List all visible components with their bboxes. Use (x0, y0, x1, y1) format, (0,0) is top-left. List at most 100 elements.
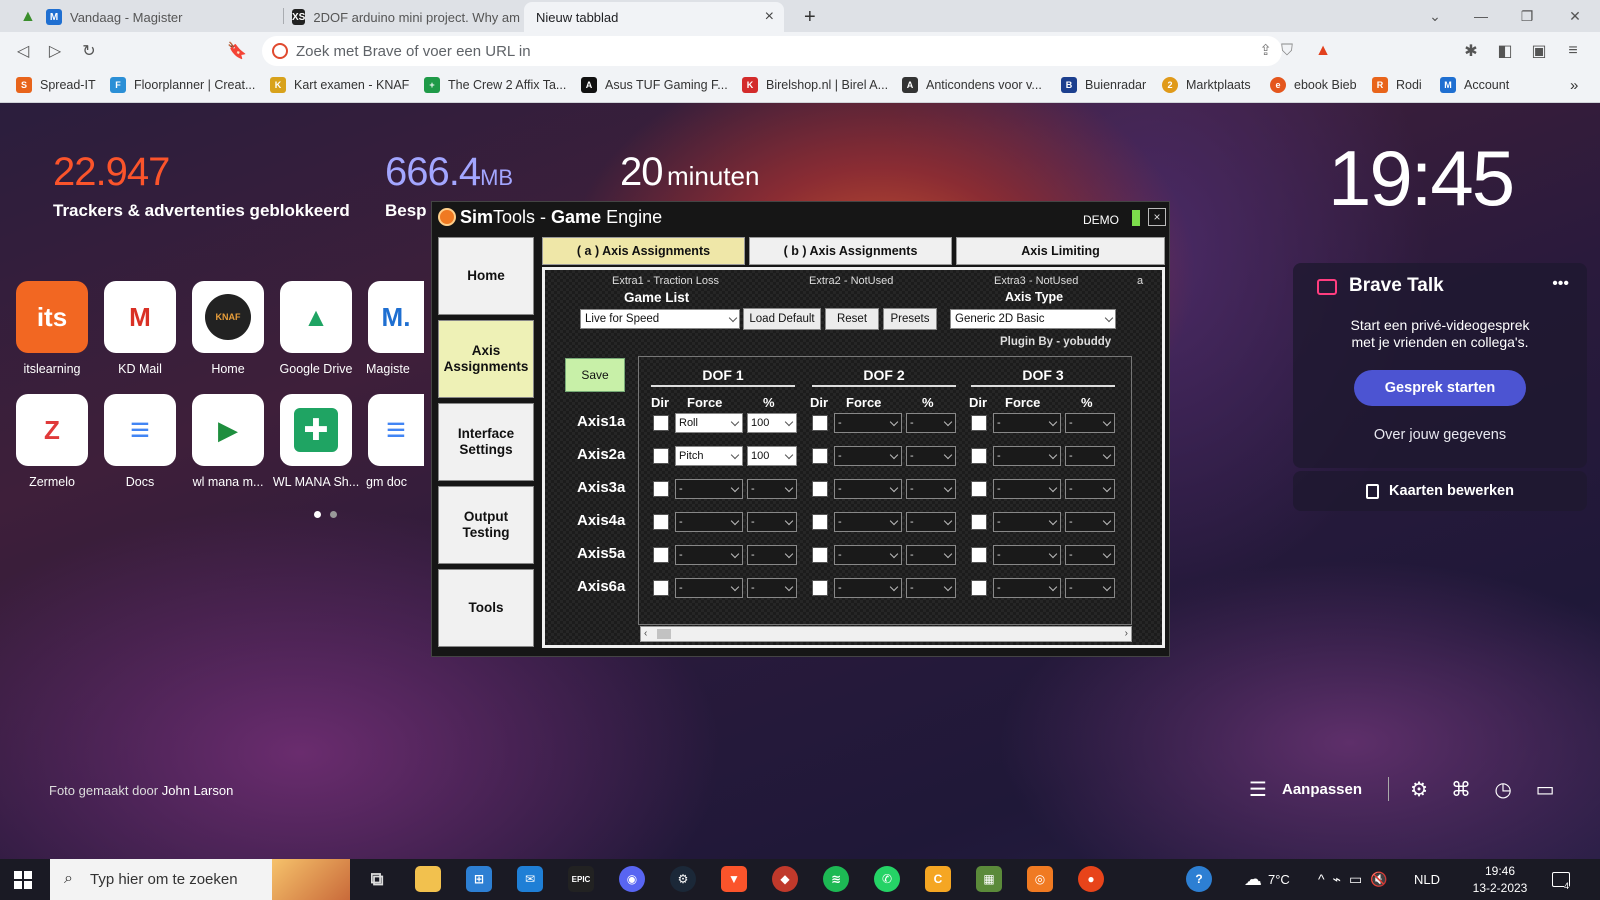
brave-icon[interactable]: ▼ (721, 866, 747, 892)
reset-button[interactable]: Reset (825, 308, 879, 330)
dir-checkbox[interactable] (653, 580, 669, 596)
minecraft-icon[interactable]: ▦ (976, 866, 1002, 892)
task-view-icon[interactable]: ⧉ (364, 866, 390, 892)
bookmark-item[interactable]: e ebook Bieb (1270, 77, 1357, 93)
dir-checkbox[interactable] (812, 514, 828, 530)
axis-type-select[interactable]: Generic 2D Basic (950, 309, 1116, 329)
settings-gear-icon[interactable]: ⚙ (1405, 775, 1433, 803)
bookmark-item[interactable]: K Birelshop.nl | Birel A... (742, 77, 888, 93)
top-site-kdmail[interactable]: M (104, 281, 176, 353)
top-site-itslearning[interactable]: its (16, 281, 88, 353)
percent-select[interactable]: - (1065, 413, 1115, 433)
sidebar-interface-settings[interactable]: Interface Settings (438, 403, 534, 481)
c-app-icon[interactable]: C (925, 866, 951, 892)
bookmark-item[interactable]: A Anticondens voor v... (902, 77, 1042, 93)
photographer-link[interactable]: John Larson (162, 783, 234, 798)
language-indicator[interactable]: NLD (1414, 859, 1440, 900)
whatsapp-icon[interactable]: ✆ (874, 866, 900, 892)
bookmarks-icon[interactable]: ⌘ (1447, 775, 1475, 803)
tab-axis-assignments-a[interactable]: ( a ) Axis Assignments (542, 237, 745, 265)
dir-checkbox[interactable] (653, 481, 669, 497)
windows-start-icon[interactable] (14, 871, 32, 889)
file-explorer-icon[interactable] (415, 866, 441, 892)
top-site-meet[interactable]: ▶ (192, 394, 264, 466)
force-select[interactable]: - (834, 413, 902, 433)
page-dot-active[interactable] (314, 511, 321, 518)
percent-select[interactable]: - (1065, 578, 1115, 598)
scroll-left-icon[interactable]: ‹ (644, 628, 647, 639)
tab-axis-assignments-b[interactable]: ( b ) Axis Assignments (749, 237, 952, 265)
percent-select[interactable]: - (906, 512, 956, 532)
dir-checkbox[interactable] (971, 448, 987, 464)
steam-icon[interactable]: ⚙ (670, 866, 696, 892)
sidebar-icon[interactable]: ◧ (1492, 38, 1518, 64)
force-select[interactable]: - (993, 413, 1061, 433)
scroll-right-icon[interactable]: › (1125, 628, 1128, 639)
address-bar[interactable]: Zoek met Brave of voer een URL in ⇪ (262, 36, 1282, 66)
bookmark-item[interactable]: S Spread-IT (16, 77, 96, 93)
chevron-down-icon[interactable]: ⌄ (1412, 0, 1458, 32)
percent-select[interactable]: - (1065, 512, 1115, 532)
top-site-google-drive[interactable]: ▲ (280, 281, 352, 353)
bookmark-icon[interactable]: 🔖 (224, 38, 250, 64)
more-options-icon[interactable]: ••• (1552, 275, 1569, 293)
bookmarks-overflow-icon[interactable]: » (1570, 77, 1578, 94)
force-select[interactable]: - (993, 545, 1061, 565)
dir-checkbox[interactable] (971, 547, 987, 563)
force-select[interactable]: - (993, 578, 1061, 598)
force-select[interactable]: - (834, 512, 902, 532)
percent-select[interactable]: - (747, 545, 797, 565)
sidebar-axis-assignments[interactable]: Axis Assignments (438, 320, 534, 398)
tab-2dof[interactable]: XS 2DOF arduino mini project. Why am i (284, 2, 524, 32)
restore-icon[interactable]: ❐ (1504, 0, 1550, 32)
start-call-button[interactable]: Gesprek starten (1354, 370, 1526, 406)
extensions-icon[interactable]: ✱ (1458, 38, 1484, 64)
new-tab-button[interactable]: + (796, 2, 826, 32)
scrollbar-thumb[interactable] (657, 629, 671, 639)
privacy-link[interactable]: Over jouw gegevens (1293, 427, 1587, 443)
dir-checkbox[interactable] (653, 415, 669, 431)
force-select[interactable]: - (993, 479, 1061, 499)
dir-checkbox[interactable] (812, 448, 828, 464)
force-select[interactable]: - (834, 479, 902, 499)
taskbar-search[interactable]: ⌕ Typ hier om te zoeken (50, 859, 350, 900)
percent-select[interactable]: - (1065, 446, 1115, 466)
bookmark-item[interactable]: F Floorplanner | Creat... (110, 77, 255, 93)
horizontal-scrollbar[interactable]: ‹ › (640, 626, 1132, 642)
simtools-taskbar-icon[interactable]: ◎ (1027, 866, 1053, 892)
forward-icon[interactable]: ▷ (42, 38, 68, 64)
force-select[interactable]: - (675, 479, 743, 499)
top-site-zermelo[interactable]: Z (16, 394, 88, 466)
tab-magister[interactable]: M Vandaag - Magister (38, 2, 283, 32)
dir-checkbox[interactable] (812, 547, 828, 563)
dir-checkbox[interactable] (812, 481, 828, 497)
sidebar-tools[interactable]: Tools (438, 569, 534, 647)
force-select[interactable]: - (834, 545, 902, 565)
game-list-select[interactable]: Live for Speed (580, 309, 740, 329)
wallet-icon[interactable]: ▣ (1526, 38, 1552, 64)
presets-button[interactable]: Presets (883, 308, 937, 330)
bookmark-item[interactable]: + The Crew 2 Affix Ta... (424, 77, 566, 93)
percent-select[interactable]: - (747, 512, 797, 532)
bookmark-item[interactable]: B Buienradar (1061, 77, 1146, 93)
percent-select[interactable]: - (906, 545, 956, 565)
brave-talk-icon[interactable]: ▭ (1531, 775, 1559, 803)
dir-checkbox[interactable] (971, 481, 987, 497)
notifications-icon[interactable]: 4 (1552, 859, 1575, 900)
percent-select[interactable]: 100 (747, 413, 797, 433)
percent-select[interactable]: - (1065, 479, 1115, 499)
percent-select[interactable]: - (747, 479, 797, 499)
tab-new[interactable]: Nieuw tabblad × (524, 2, 784, 32)
dir-checkbox[interactable] (653, 547, 669, 563)
top-site-home[interactable]: KNAF (192, 281, 264, 353)
edit-cards-button[interactable]: Kaarten bewerken (1293, 471, 1587, 511)
bookmark-item[interactable]: 2 Marktplaats (1162, 77, 1251, 93)
percent-select[interactable]: - (906, 446, 956, 466)
history-icon[interactable]: ◷ (1489, 775, 1517, 803)
close-tab-icon[interactable]: × (765, 8, 774, 26)
dir-checkbox[interactable] (971, 580, 987, 596)
page-dot[interactable] (330, 511, 337, 518)
force-select[interactable]: - (675, 545, 743, 565)
tray-icons[interactable]: ^⌁▭🔇 (1318, 859, 1396, 900)
sidebar-output-testing[interactable]: Output Testing (438, 486, 534, 564)
